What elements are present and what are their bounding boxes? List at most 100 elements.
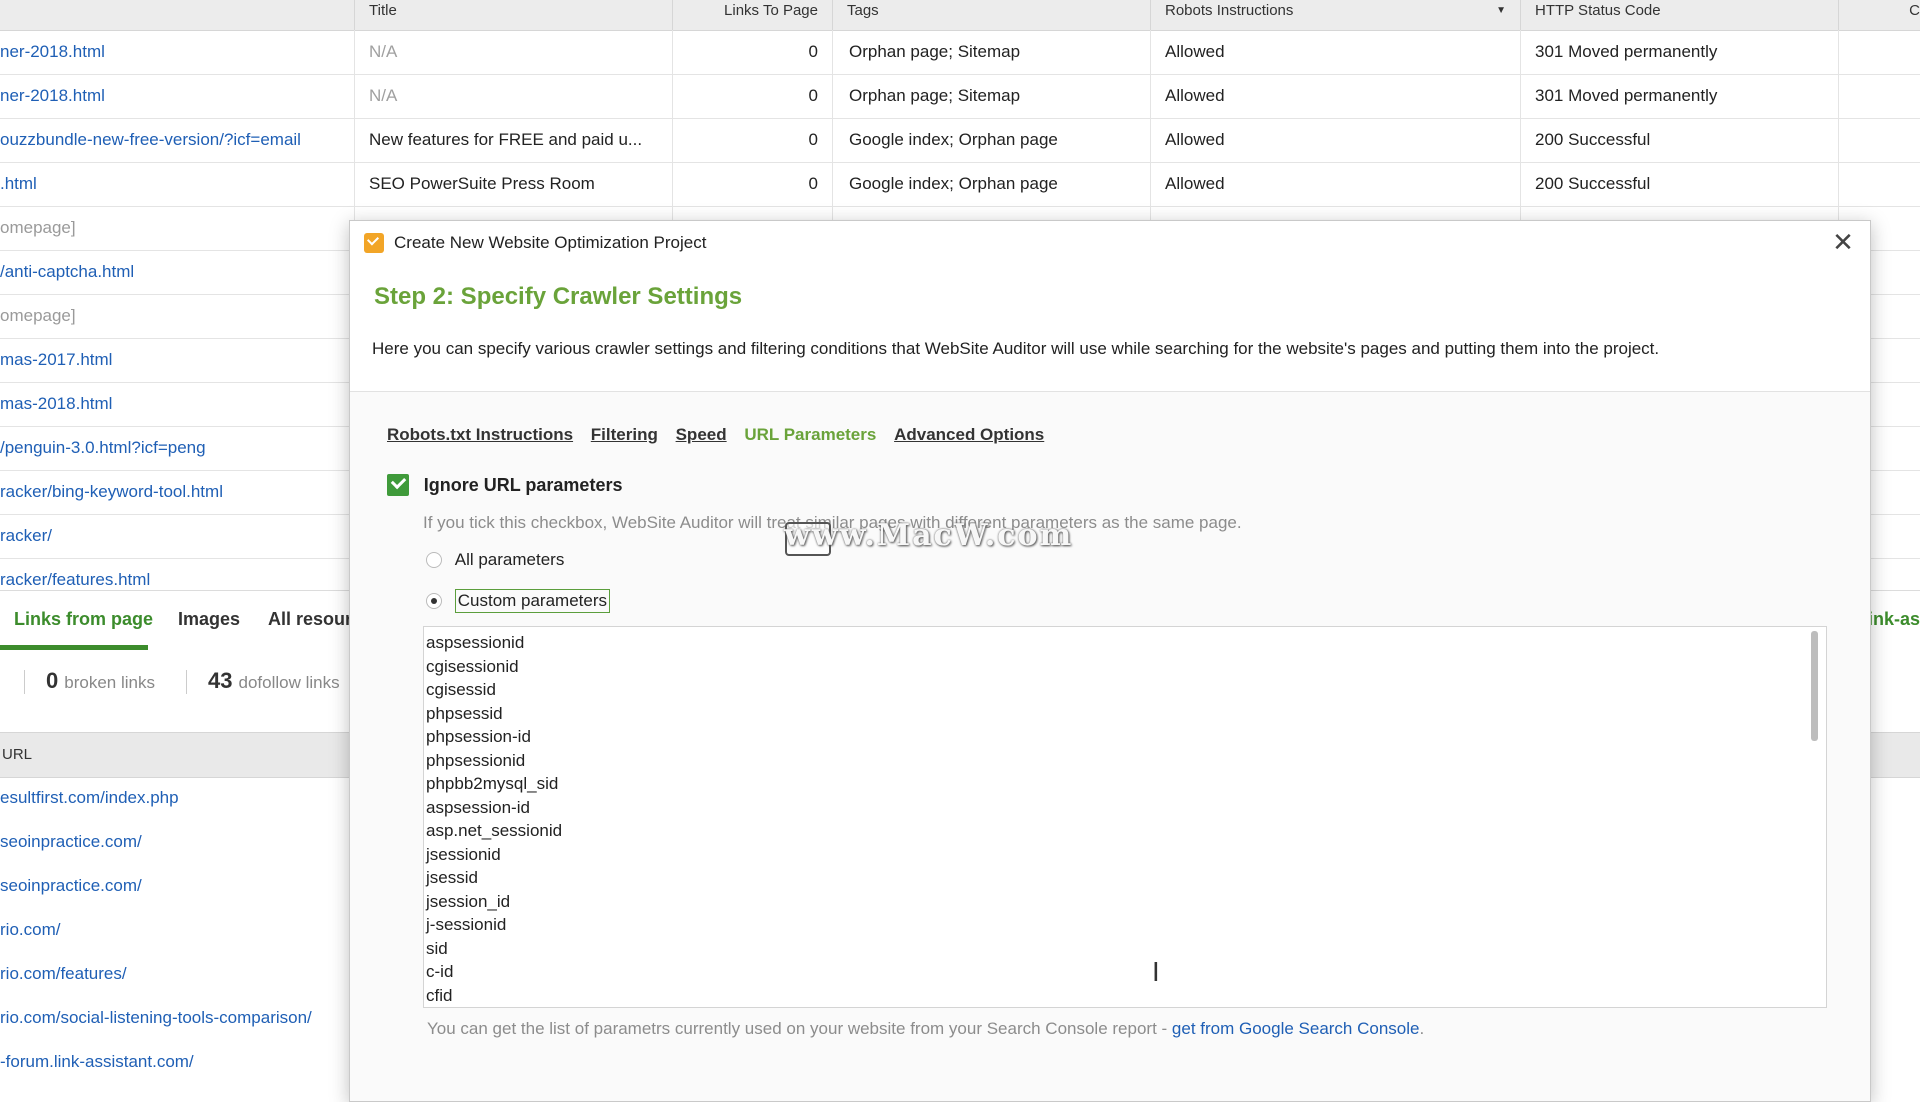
- text-cursor-icon: I: [1152, 958, 1160, 988]
- footer-note: You can get the list of parametrs curren…: [427, 1019, 1424, 1039]
- parameter-item: phpsessid: [426, 703, 503, 723]
- table-header: Title Links To Page Tags Robots Instruct…: [0, 0, 1920, 31]
- parameter-item: j-sessionid: [426, 915, 507, 934]
- cell-tags: Orphan page; Sitemap: [849, 42, 1021, 61]
- radio-custom-parameters-row: Custom parameters: [426, 589, 611, 613]
- column-header-title[interactable]: Title: [354, 0, 672, 30]
- cell-url[interactable]: racker/: [0, 514, 348, 558]
- cell-robots: Allowed: [1165, 130, 1225, 149]
- parameter-item: aspsessionid: [426, 633, 525, 652]
- tab-url-parameters[interactable]: URL Parameters: [744, 425, 876, 445]
- radio-all-parameters-label[interactable]: All parameters: [455, 550, 565, 570]
- cell-url[interactable]: mas-2018.html: [0, 382, 348, 426]
- cell-url[interactable]: ouzzbundle-new-free-version/?icf=email: [0, 118, 348, 162]
- cell-http-status: 200 Successful: [1535, 174, 1651, 193]
- tab-all-resources[interactable]: All resour: [268, 609, 352, 630]
- sort-arrow-icon: ▼: [1496, 5, 1506, 16]
- footer-end: .: [1419, 1019, 1425, 1038]
- cell-links-to-page: 0: [808, 130, 818, 149]
- column-header-tags[interactable]: Tags: [832, 0, 1150, 30]
- parameter-item: asp.net_sessionid: [426, 821, 563, 840]
- cell-robots: Allowed: [1165, 42, 1225, 61]
- tab-link-assistant[interactable]: link-as: [1863, 609, 1920, 630]
- ignore-url-parameters-label[interactable]: Ignore URL parameters: [424, 475, 623, 496]
- table-row[interactable]: ouzzbundle-new-free-version/?icf=email Ne…: [0, 118, 1920, 163]
- lower-table-row-url[interactable]: rio.com/: [0, 908, 348, 952]
- radio-custom-parameters[interactable]: [426, 593, 442, 609]
- custom-parameters-textarea[interactable]: aspsessionid cgisessionid cgisessid phpsess…: [423, 626, 1827, 1008]
- tab-robots-txt[interactable]: Robots.txt Instructions: [387, 425, 573, 445]
- radio-all-parameters-row: All parameters: [426, 549, 564, 570]
- cell-url[interactable]: omepage]: [0, 206, 348, 250]
- ignore-url-parameters-checkbox[interactable]: [387, 474, 409, 496]
- active-tab-underline: [0, 645, 148, 650]
- cell-url[interactable]: /anti-captcha.html: [0, 250, 348, 294]
- parameter-item: c-id: [426, 962, 454, 981]
- close-icon[interactable]: ✕: [1828, 227, 1858, 257]
- lower-table-row-url[interactable]: -forum.link-assistant.com/: [0, 1040, 348, 1084]
- footer-text: You can get the list of parametrs curren…: [427, 1019, 1172, 1038]
- lower-table-row-url[interactable]: esultfirst.com/index.php: [0, 776, 348, 820]
- lower-table-row-url[interactable]: rio.com/social-listening-tools-compariso…: [0, 996, 348, 1040]
- parameter-item: sid: [426, 938, 448, 958]
- tab-speed[interactable]: Speed: [676, 425, 727, 445]
- tab-images[interactable]: Images: [178, 609, 240, 630]
- parameter-item: phpsession-id: [426, 727, 531, 746]
- cell-robots: Allowed: [1165, 174, 1225, 193]
- cell-tags: Google index; Orphan page: [849, 130, 1058, 149]
- dialog-titlebar: Create New Website Optimization Project …: [350, 221, 1870, 265]
- stat-divider: [186, 670, 187, 694]
- column-header-http-status[interactable]: HTTP Status Code: [1520, 0, 1838, 30]
- cell-tags: Google index; Orphan page: [849, 174, 1058, 193]
- column-header-robots-label: Robots Instructions: [1165, 2, 1294, 19]
- lower-table-row-url[interactable]: seoinpractice.com/: [0, 864, 348, 908]
- ignore-params-row: Ignore URL parameters: [387, 474, 622, 496]
- cell-links-to-page: 0: [808, 174, 818, 193]
- stat-broken-number: 0: [46, 668, 59, 693]
- cell-title: N/A: [369, 42, 398, 61]
- lower-table-row-url[interactable]: seoinpractice.com/: [0, 820, 348, 864]
- cell-title: New features for FREE and paid u...: [369, 130, 643, 149]
- tab-filtering[interactable]: Filtering: [591, 425, 658, 445]
- parameter-item: jsession_id: [426, 891, 511, 911]
- cell-url[interactable]: omepage]: [0, 294, 348, 338]
- scrollbar-thumb[interactable]: [1811, 631, 1818, 741]
- parameter-item: jsessionid: [426, 844, 501, 864]
- tab-links-from-page[interactable]: Links from page: [14, 609, 153, 630]
- cell-url[interactable]: ner-2018.html: [0, 30, 348, 74]
- step-description: Here you can specify various crawler set…: [372, 339, 1660, 358]
- parameter-item: phpsessionid: [426, 750, 526, 770]
- column-header-robots[interactable]: Robots Instructions ▼: [1150, 0, 1520, 30]
- tab-advanced-options[interactable]: Advanced Options: [894, 425, 1044, 445]
- google-search-console-link[interactable]: get from Google Search Console: [1172, 1019, 1420, 1038]
- stat-dofollow-number: 43: [208, 668, 233, 693]
- radio-custom-parameters-label[interactable]: Custom parameters: [454, 589, 611, 613]
- cell-http-status: 301 Moved permanently: [1535, 42, 1718, 61]
- column-header-url[interactable]: URL: [2, 733, 32, 777]
- cell-url[interactable]: /penguin-3.0.html?icf=peng: [0, 426, 348, 470]
- cell-url[interactable]: racker/bing-keyword-tool.html: [0, 470, 348, 514]
- parameter-item: phpbb2mysql_sid: [426, 774, 559, 793]
- cell-links-to-page: 0: [808, 42, 818, 61]
- parameter-item: cfid: [426, 985, 453, 1005]
- cell-url[interactable]: .html: [0, 162, 348, 206]
- parameter-list: aspsessionid cgisessionid cgisessid phpsess…: [424, 627, 1826, 1007]
- table-row[interactable]: .html SEO PowerSuite Press Room 0 Google in…: [0, 162, 1920, 207]
- cell-url[interactable]: ner-2018.html: [0, 74, 348, 118]
- stat-dofollow-label: dofollow links: [238, 673, 340, 692]
- parameter-item: aspsession-id: [426, 797, 530, 817]
- cell-url[interactable]: mas-2017.html: [0, 338, 348, 382]
- cell-links-to-page: 0: [808, 86, 818, 105]
- column-header-links-to-page[interactable]: Links To Page: [672, 0, 832, 30]
- lower-table-row-url[interactable]: rio.com/features/: [0, 952, 348, 996]
- table-row[interactable]: ner-2018.html N/A 0 Orphan page; Sitemap All…: [0, 74, 1920, 119]
- cell-title: N/A: [369, 86, 398, 105]
- stat-dofollow-links: 43 dofollow links: [208, 668, 340, 694]
- parameter-item: cgisessid: [426, 680, 496, 699]
- cell-title: SEO PowerSuite Press Room: [369, 174, 595, 193]
- table-row[interactable]: ner-2018.html N/A 0 Orphan page; Sitemap All…: [0, 30, 1920, 75]
- radio-all-parameters[interactable]: [426, 551, 442, 568]
- stat-divider: [24, 670, 25, 694]
- column-header-more[interactable]: C: [1838, 0, 1920, 30]
- watermark: www.MacW.com: [784, 518, 1074, 553]
